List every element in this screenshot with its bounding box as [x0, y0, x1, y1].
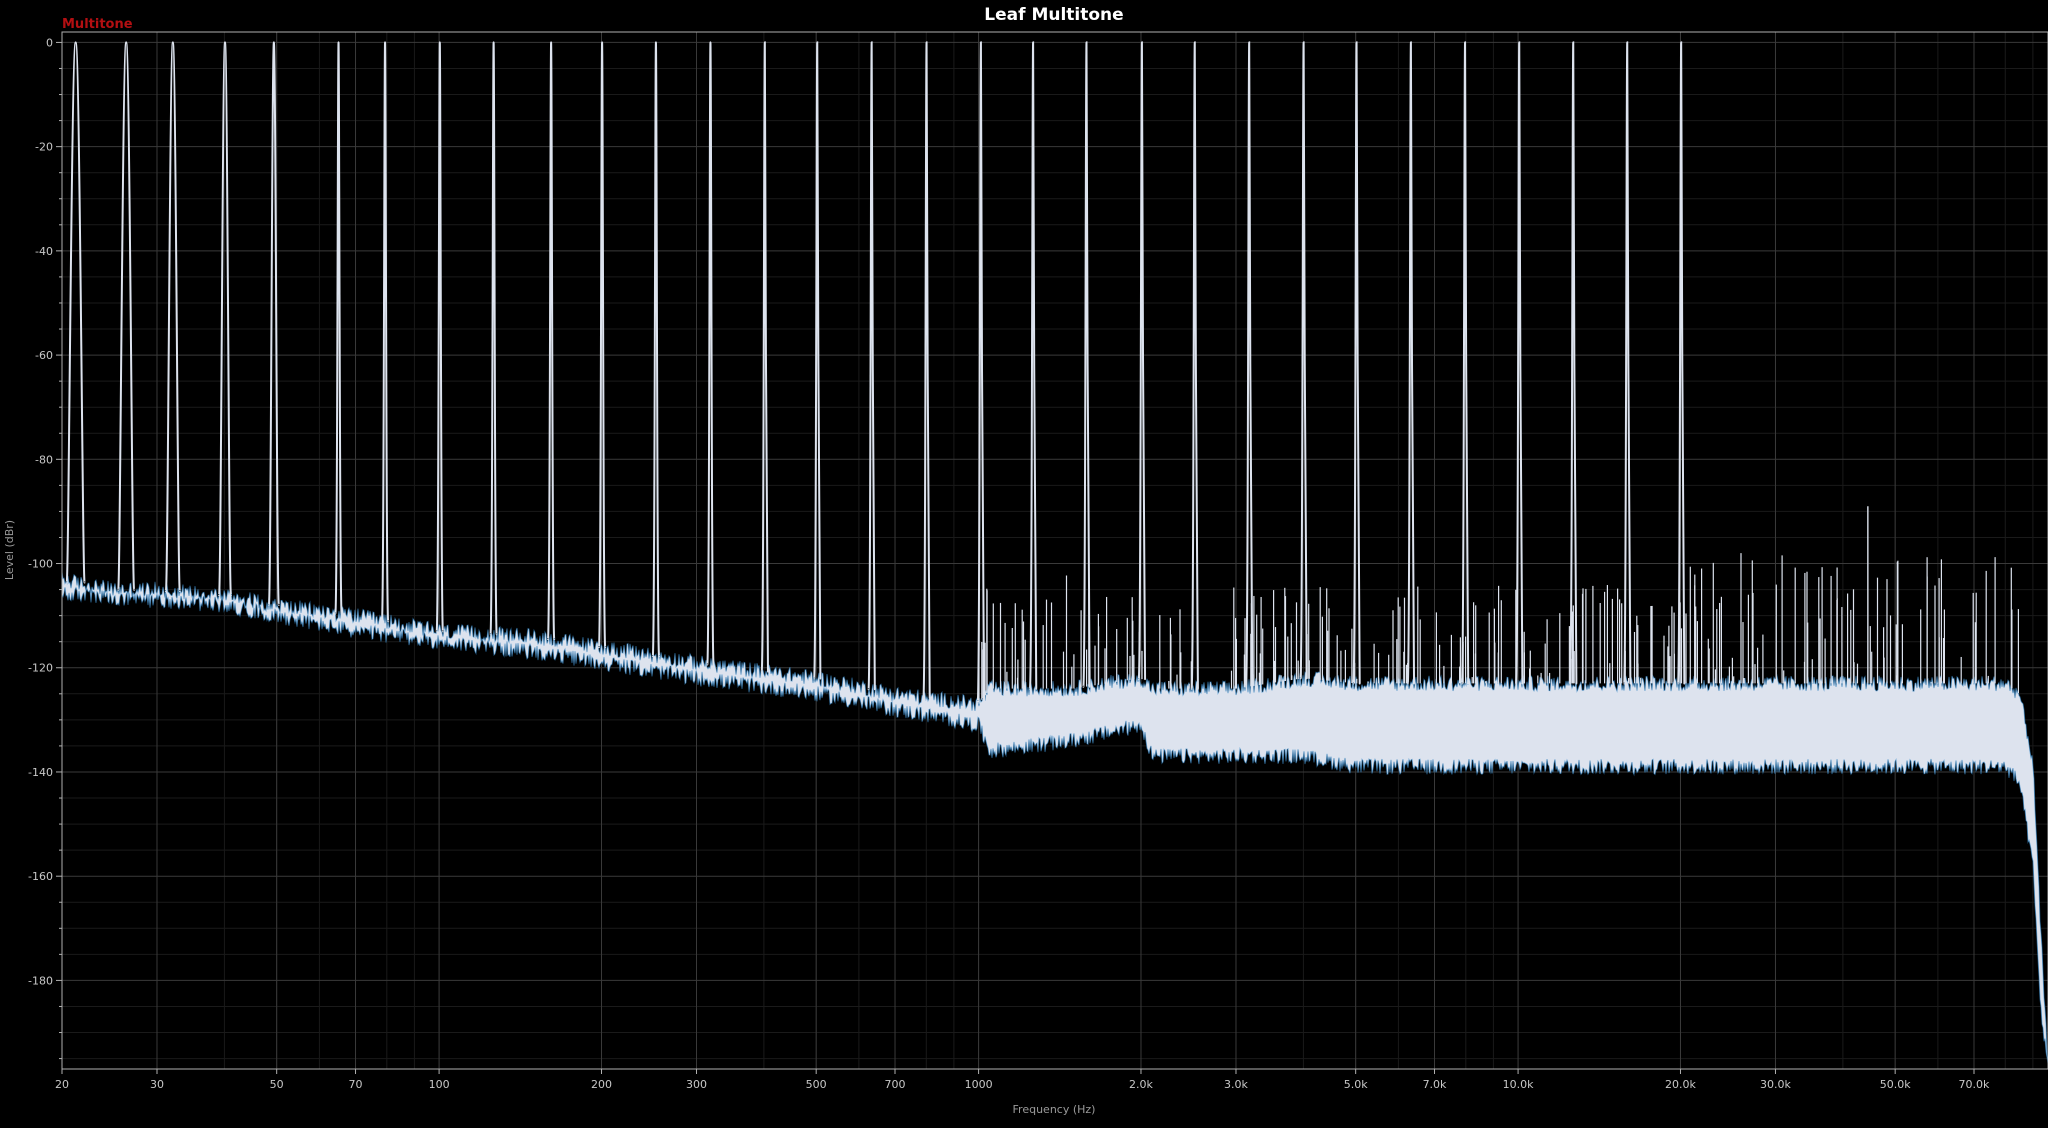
x-tick-label: 100 — [429, 1078, 450, 1091]
x-tick-label: 7.0k — [1423, 1078, 1447, 1091]
x-tick-label: 3.0k — [1224, 1078, 1248, 1091]
tone-peak — [334, 41, 343, 615]
y-tick-labels: 0 -20 -40 -60 -80 -100 -120 -140 -160 -180 — [28, 36, 53, 987]
tone-peak — [217, 41, 232, 596]
spectrum-chart: 20 30 50 70 100 200 300 500 700 1000 2.0k 3.0k 5.0k 7… — [3, 5, 2048, 1116]
tone-peak — [1569, 41, 1578, 685]
legend-entry-multitone: Multitone — [62, 17, 133, 32]
y-tick-label: -120 — [28, 662, 53, 675]
y-tick-label: -60 — [35, 349, 53, 362]
x-tick-label: 200 — [591, 1078, 612, 1091]
tone-peak — [760, 41, 770, 673]
tone-peak — [1352, 41, 1361, 685]
tone-peak — [164, 41, 181, 592]
plot-frame — [61, 31, 2048, 1070]
y-tick-label: -80 — [35, 453, 53, 466]
y-tick-label: 0 — [46, 36, 53, 49]
tone-peak — [867, 41, 876, 691]
tone-peak — [597, 41, 607, 649]
tone-peak — [1676, 41, 1686, 685]
spectrum-trace — [62, 41, 2048, 1064]
x-tick-label: 70.0k — [1959, 1078, 1990, 1091]
x-tick-label: 500 — [806, 1078, 827, 1091]
x-tick-label: 30 — [150, 1078, 164, 1091]
y-tick-label: -20 — [35, 141, 53, 154]
x-tick-label: 50 — [270, 1078, 284, 1091]
tone-peak — [1028, 41, 1038, 690]
tone-peak — [813, 41, 822, 680]
trace-group — [62, 41, 2048, 1064]
y-tick-label: -100 — [28, 558, 53, 571]
chart-container: 20 30 50 70 100 200 300 500 700 1000 2.0k 3.0k 5.0k 7… — [0, 0, 2048, 1124]
y-tick-label: -140 — [28, 766, 53, 779]
x-tick-label: 2.0k — [1129, 1078, 1153, 1091]
tone-peak — [1515, 41, 1524, 685]
tone-peak — [1406, 41, 1416, 685]
x-tick-label: 10.0k — [1503, 1078, 1534, 1091]
x-tick-label: 700 — [885, 1078, 906, 1091]
x-tick-label: 70 — [349, 1078, 363, 1091]
y-axis-label: Level (dBr) — [3, 520, 16, 580]
x-tick-label: 20.0k — [1665, 1078, 1696, 1091]
tone-peak — [489, 41, 498, 636]
tone-peak — [1137, 41, 1147, 681]
tick-marks — [56, 41, 1975, 1074]
tone-peak — [1190, 41, 1199, 690]
noise-floor-band — [62, 572, 2048, 1064]
tone-peak — [435, 41, 444, 633]
x-axis-label: Frequency (Hz) — [1013, 1103, 1096, 1116]
grid-lines — [61, 32, 2048, 1069]
x-tick-label: 30.0k — [1760, 1078, 1791, 1091]
tone-peak — [706, 41, 715, 666]
tone-peak — [267, 41, 280, 606]
tone-peak — [1460, 41, 1470, 685]
y-tick-label: -180 — [28, 974, 53, 987]
x-tick-label: 50.0k — [1880, 1078, 1911, 1091]
tone-peak — [546, 41, 556, 641]
x-tick-labels: 20 30 50 70 100 200 300 500 700 1000 2.0k 3.0k 5.0k 7… — [55, 1078, 1990, 1091]
tone-peak — [117, 41, 136, 591]
x-tick-label: 5.0k — [1344, 1078, 1368, 1091]
x-tick-label: 1000 — [965, 1078, 993, 1091]
x-tick-label: 20 — [55, 1078, 69, 1091]
y-tick-label: -40 — [35, 245, 53, 258]
tone-peak — [65, 41, 86, 584]
x-tick-label: 300 — [686, 1078, 707, 1091]
tone-peak — [1623, 41, 1632, 685]
y-tick-label: -160 — [28, 870, 53, 883]
chart-title: Leaf Multitone — [984, 5, 1123, 25]
